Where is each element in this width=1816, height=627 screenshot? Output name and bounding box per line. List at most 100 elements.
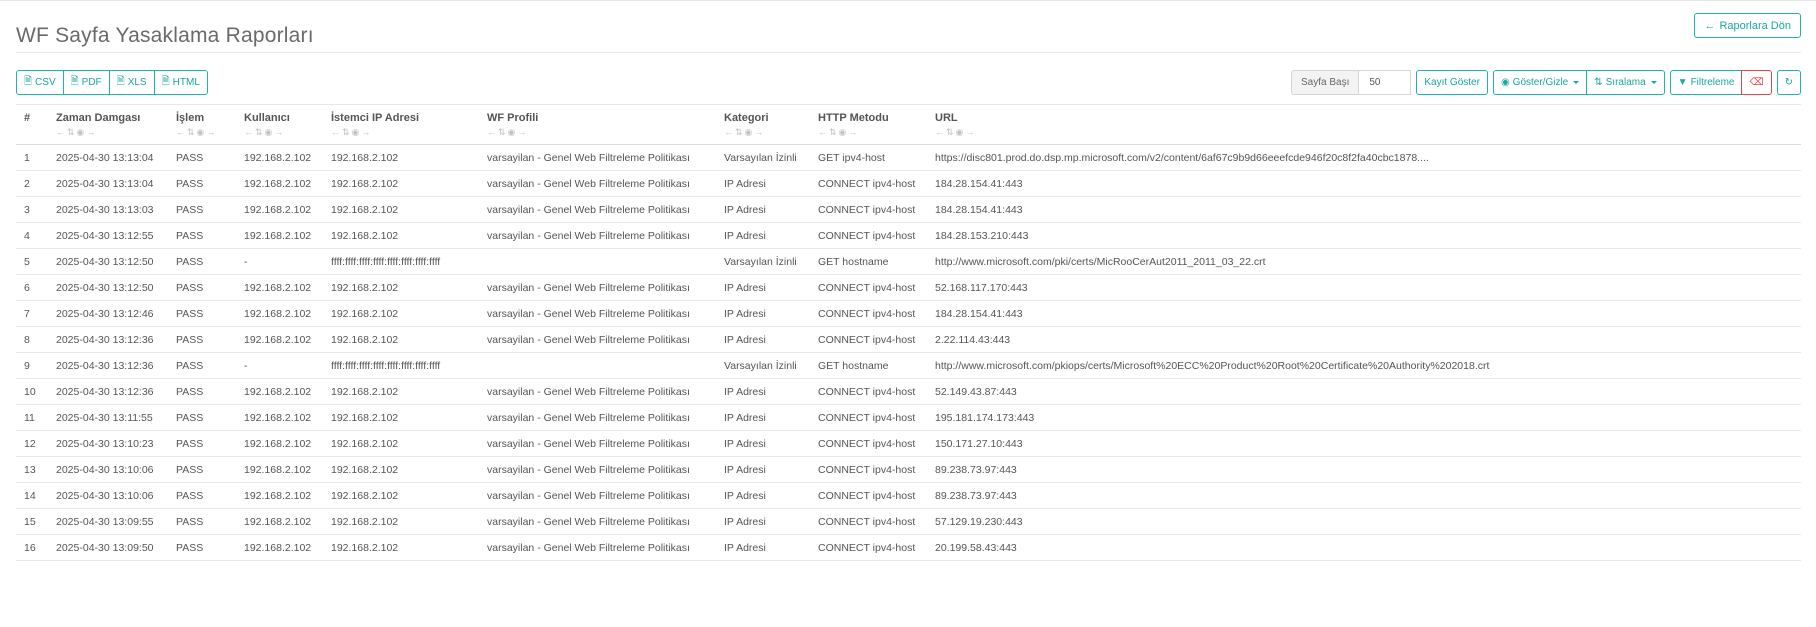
column-tools-icon[interactable]: ←⇅◉→ xyxy=(331,127,471,138)
table-cell: 10 xyxy=(16,378,48,405)
per-page-input[interactable] xyxy=(1359,70,1412,95)
table-cell: Varsayılan İzinli xyxy=(716,248,810,275)
table-cell: 12 xyxy=(16,430,48,457)
column-tools-icon[interactable]: ←⇅◉→ xyxy=(724,127,802,138)
table-cell: 11 xyxy=(16,404,48,431)
table-row[interactable]: 11 2025-04-30 13:11:55 PASS 192.168.2.102 19… xyxy=(16,404,1801,431)
table-row[interactable]: 10 2025-04-30 13:12:36 PASS 192.168.2.102 19… xyxy=(16,378,1801,405)
table-cell: varsayilan - Genel Web Filtreleme Politi… xyxy=(479,144,716,171)
column-tools-icon[interactable]: ←⇅◉→ xyxy=(818,127,919,138)
table-row[interactable]: 3 2025-04-30 13:13:03 PASS 192.168.2.102 192… xyxy=(16,196,1801,223)
column-tools-icon[interactable]: ←⇅◉→ xyxy=(935,127,1793,138)
table-cell: IP Adresi xyxy=(716,378,810,405)
column-header-label: Kullanıcı xyxy=(244,112,290,124)
view-options-group: ◉ Göster/Gizle ⇅ Sıralama xyxy=(1492,70,1665,95)
column-header: # xyxy=(16,106,48,145)
table-row[interactable]: 16 2025-04-30 13:09:50 PASS 192.168.2.102 19… xyxy=(16,534,1801,561)
column-header[interactable]: WF Profili ←⇅◉→ xyxy=(479,106,716,145)
table-row[interactable]: 2 2025-04-30 13:13:04 PASS 192.168.2.102 192… xyxy=(16,170,1801,197)
column-header[interactable]: İşlem ←⇅◉→ xyxy=(168,106,236,145)
column-header[interactable]: Kategori ←⇅◉→ xyxy=(716,106,810,145)
table-row[interactable]: 5 2025-04-30 13:12:50 PASS - ffff:ffff:ffff:… xyxy=(16,248,1801,275)
table-cell: PASS xyxy=(168,274,236,301)
table-cell: 192.168.2.102 xyxy=(236,196,323,223)
table-cell: 184.28.154.41:443 xyxy=(927,300,1801,327)
back-to-reports-button[interactable]: ← Raporlara Dön xyxy=(1694,13,1801,38)
column-header[interactable]: URL ←⇅◉→ xyxy=(927,106,1801,145)
report-table: # Zaman Damgası ←⇅◉→ İşlem ←⇅◉→ Kullanıcı ←⇅◉→… xyxy=(16,106,1801,561)
filter-button[interactable]: ▼ Filtreleme xyxy=(1669,70,1743,95)
file-html-icon: 🗎 xyxy=(161,76,170,87)
column-header[interactable]: İstemci IP Adresi ←⇅◉→ xyxy=(323,106,479,145)
table-cell: 5 xyxy=(16,248,48,275)
refresh-button[interactable]: ↻ xyxy=(1776,70,1801,95)
table-row[interactable]: 4 2025-04-30 13:12:55 PASS 192.168.2.102 192… xyxy=(16,222,1801,249)
table-cell: varsayilan - Genel Web Filtreleme Politi… xyxy=(479,404,716,431)
file-xls-icon: 🗎 xyxy=(116,76,125,87)
table-cell xyxy=(479,352,716,379)
table-cell: 52.168.117.170:443 xyxy=(927,274,1801,301)
table-cell: 4 xyxy=(16,222,48,249)
table-cell: 13 xyxy=(16,456,48,483)
table-header-row: # Zaman Damgası ←⇅◉→ İşlem ←⇅◉→ Kullanıcı ←⇅◉→… xyxy=(16,106,1801,145)
export-html-button[interactable]: 🗎 HTML xyxy=(153,70,208,95)
table-cell: 16 xyxy=(16,534,48,561)
table-cell: 192.168.2.102 xyxy=(323,300,479,327)
column-header-label: # xyxy=(24,112,31,124)
table-cell: 192.168.2.102 xyxy=(236,534,323,561)
table-cell: PASS xyxy=(168,508,236,535)
table-cell: 192.168.2.102 xyxy=(323,430,479,457)
export-pdf-button[interactable]: 🗎 PDF xyxy=(62,70,110,95)
caret-down-icon xyxy=(1650,81,1657,84)
column-tools-icon[interactable]: ←⇅◉→ xyxy=(176,127,228,138)
table-cell: 192.168.2.102 xyxy=(236,456,323,483)
show-hide-columns-button[interactable]: ◉ Göster/Gizle xyxy=(1492,70,1588,95)
table-cell: 52.149.43.87:443 xyxy=(927,378,1801,405)
table-cell: - xyxy=(236,248,323,275)
table-cell: 2025-04-30 13:12:50 xyxy=(48,274,168,301)
table-cell: ffff:ffff:ffff:ffff:ffff:ffff:ffff:ffff xyxy=(323,352,479,379)
table-cell: 192.168.2.102 xyxy=(236,222,323,249)
table-row[interactable]: 7 2025-04-30 13:12:46 PASS 192.168.2.102 192… xyxy=(16,300,1801,327)
table-cell: IP Adresi xyxy=(716,508,810,535)
table-cell: 192.168.2.102 xyxy=(323,222,479,249)
table-row[interactable]: 15 2025-04-30 13:09:55 PASS 192.168.2.102 19… xyxy=(16,508,1801,535)
table-cell: 192.168.2.102 xyxy=(236,378,323,405)
table-cell: IP Adresi xyxy=(716,534,810,561)
table-cell: IP Adresi xyxy=(716,404,810,431)
table-cell: varsayilan - Genel Web Filtreleme Politi… xyxy=(479,508,716,535)
column-tools-icon[interactable]: ←⇅◉→ xyxy=(56,127,160,138)
eye-icon: ◉ xyxy=(1500,77,1510,88)
table-cell: 2025-04-30 13:12:50 xyxy=(48,248,168,275)
show-records-button[interactable]: Kayıt Göster xyxy=(1416,70,1488,95)
column-tools-icon[interactable]: ←⇅◉→ xyxy=(487,127,708,138)
table-row[interactable]: 13 2025-04-30 13:10:06 PASS 192.168.2.102 19… xyxy=(16,456,1801,483)
table-row[interactable]: 8 2025-04-30 13:12:36 PASS 192.168.2.102 192… xyxy=(16,326,1801,353)
caret-down-icon xyxy=(1573,81,1580,84)
table-row[interactable]: 1 2025-04-30 13:13:04 PASS 192.168.2.102 192… xyxy=(16,144,1801,171)
table-row[interactable]: 12 2025-04-30 13:10:23 PASS 192.168.2.102 19… xyxy=(16,430,1801,457)
table-cell: PASS xyxy=(168,326,236,353)
export-csv-button[interactable]: 🗎 CSV xyxy=(16,70,64,95)
column-header[interactable]: HTTP Metodu ←⇅◉→ xyxy=(810,106,927,145)
table-row[interactable]: 14 2025-04-30 13:10:06 PASS 192.168.2.102 19… xyxy=(16,482,1801,509)
table-row[interactable]: 6 2025-04-30 13:12:50 PASS 192.168.2.102 192… xyxy=(16,274,1801,301)
table-cell: CONNECT ipv4-host xyxy=(810,430,927,457)
sort-button[interactable]: ⇅ Sıralama xyxy=(1586,70,1665,95)
table-cell: 192.168.2.102 xyxy=(323,378,479,405)
clear-filter-button[interactable]: ⌫ xyxy=(1741,70,1772,95)
table-cell: 2025-04-30 13:12:36 xyxy=(48,352,168,379)
table-cell: varsayilan - Genel Web Filtreleme Politi… xyxy=(479,274,716,301)
export-xls-button[interactable]: 🗎 XLS xyxy=(108,70,155,95)
table-cell: 2025-04-30 13:13:04 xyxy=(48,170,168,197)
column-header[interactable]: Zaman Damgası ←⇅◉→ xyxy=(48,106,168,145)
column-header[interactable]: Kullanıcı ←⇅◉→ xyxy=(236,106,323,145)
table-cell: 184.28.154.41:443 xyxy=(927,170,1801,197)
table-cell: - xyxy=(236,352,323,379)
table-cell: varsayilan - Genel Web Filtreleme Politi… xyxy=(479,326,716,353)
table-cell: PASS xyxy=(168,456,236,483)
table-row[interactable]: 9 2025-04-30 13:12:36 PASS - ffff:ffff:ffff:… xyxy=(16,352,1801,379)
table-cell: 192.168.2.102 xyxy=(236,170,323,197)
table-cell: varsayilan - Genel Web Filtreleme Politi… xyxy=(479,222,716,249)
column-tools-icon[interactable]: ←⇅◉→ xyxy=(244,127,315,138)
